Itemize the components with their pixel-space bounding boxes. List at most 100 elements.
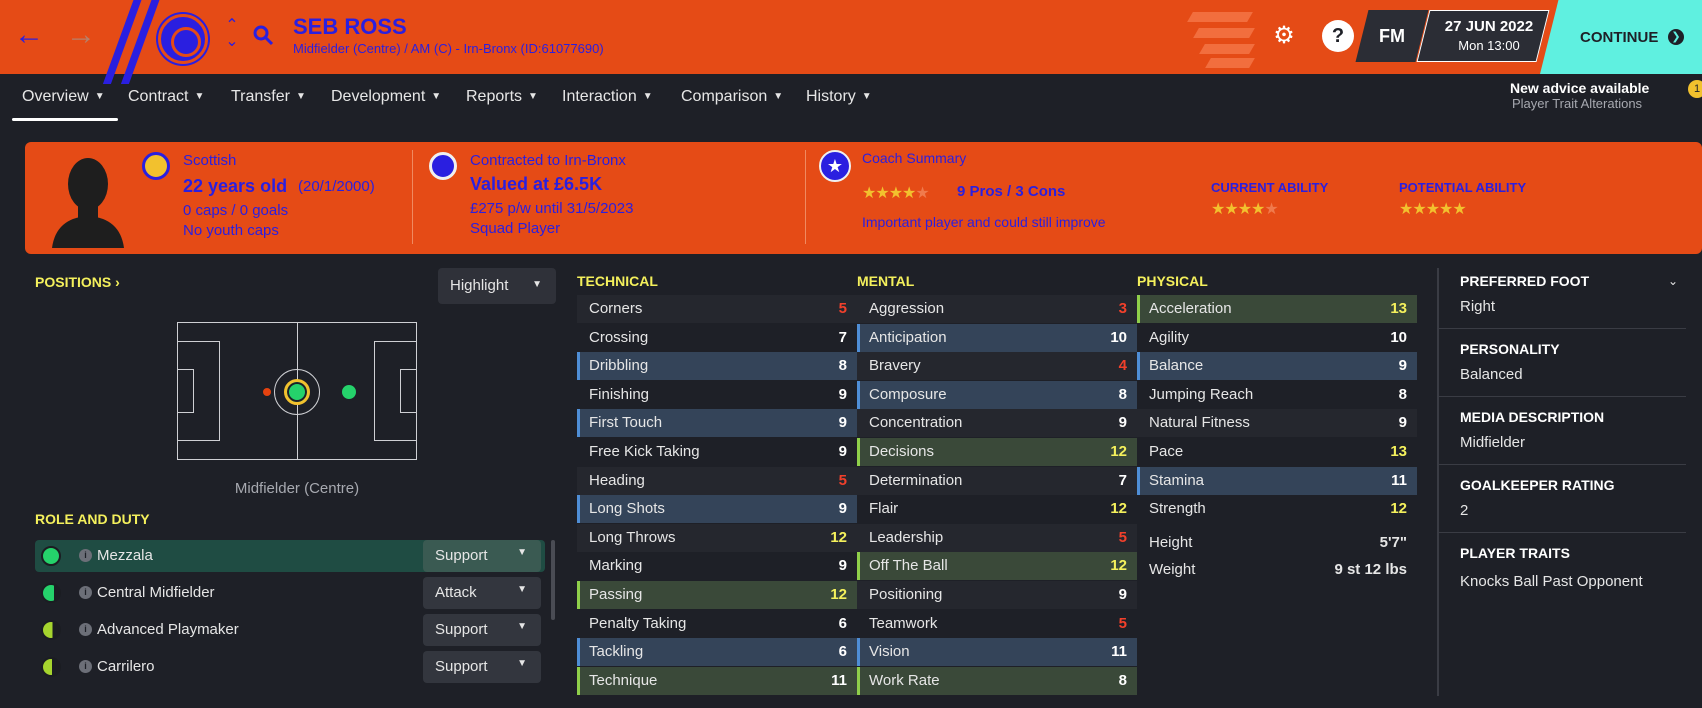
- attribute-row-decisions[interactable]: Decisions 12: [857, 438, 1137, 466]
- info-icon[interactable]: i: [79, 586, 92, 599]
- attribute-row-corners[interactable]: Corners 5: [577, 295, 857, 323]
- advice-subtitle[interactable]: Player Trait Alterations: [1512, 96, 1642, 111]
- attribute-name: Off The Ball: [869, 557, 948, 575]
- tab-overview[interactable]: Overview ▼: [22, 88, 105, 106]
- attribute-row-technique[interactable]: Technique 11: [577, 666, 857, 695]
- chevron-down-icon[interactable]: ⌄: [1668, 274, 1678, 288]
- divider: [1438, 532, 1686, 533]
- weight-row: Weight 9 st 12 lbs: [1137, 556, 1417, 584]
- attribute-row-dribbling[interactable]: Dribbling 8: [577, 352, 857, 381]
- attribute-row-balance[interactable]: Balance 9: [1137, 352, 1417, 381]
- forward-arrow-icon[interactable]: →: [66, 20, 96, 50]
- coach-summary-label[interactable]: Coach Summary: [862, 150, 966, 166]
- tab-reports[interactable]: Reports ▼: [466, 88, 538, 106]
- attribute-row-passing[interactable]: Passing 12: [577, 581, 857, 609]
- attribute-row-concentration[interactable]: Concentration 9: [857, 409, 1137, 438]
- attribute-name: Marking: [589, 557, 643, 575]
- positions-title[interactable]: POSITIONS ›: [35, 274, 120, 290]
- attribute-row-teamwork[interactable]: Teamwork 5: [857, 610, 1137, 638]
- role-row-mezzala[interactable]: i Mezzala Support ▼: [35, 540, 545, 572]
- pros-cons[interactable]: 9 Pros / 3 Cons: [957, 183, 1065, 200]
- attribute-name: Pace: [1149, 443, 1184, 460]
- continue-label[interactable]: CONTINUE: [1580, 29, 1658, 46]
- player-switch-chevrons-icon[interactable]: ⌃ ⌄: [224, 18, 240, 50]
- attribute-row-work-rate[interactable]: Work Rate 8: [857, 666, 1137, 695]
- attribute-row-crossing[interactable]: Crossing 7: [577, 324, 857, 352]
- attribute-row-acceleration[interactable]: Acceleration 13: [1137, 295, 1417, 323]
- advice-count-badge[interactable]: 1: [1688, 80, 1702, 98]
- attribute-row-tackling[interactable]: Tackling 6: [577, 638, 857, 667]
- duty-dropdown[interactable]: Attack ▼: [423, 577, 541, 609]
- position-dot-accomplished[interactable]: [340, 383, 358, 401]
- attribute-row-aggression[interactable]: Aggression 3: [857, 295, 1137, 323]
- right-goal-box: [400, 369, 416, 413]
- search-icon[interactable]: [252, 24, 274, 46]
- tab-label: Contract: [128, 88, 189, 105]
- advice-title[interactable]: New advice available: [1510, 80, 1649, 96]
- player-silhouette-icon: [52, 158, 124, 248]
- info-icon[interactable]: i: [79, 660, 92, 673]
- attribute-row-finishing[interactable]: Finishing 9: [577, 381, 857, 409]
- highlight-dropdown[interactable]: Highlight ▼: [438, 268, 556, 304]
- duty-dropdown[interactable]: Support ▼: [423, 540, 541, 572]
- tab-comparison[interactable]: Comparison ▼: [681, 88, 783, 106]
- contract-club[interactable]: Contracted to Irn-Bronx: [470, 152, 626, 169]
- player-trait-item[interactable]: Knocks Ball Past Opponent: [1460, 573, 1643, 590]
- club-badge-small-icon[interactable]: [429, 152, 457, 180]
- back-arrow-icon[interactable]: ←: [14, 20, 44, 50]
- attribute-row-off-the-ball[interactable]: Off The Ball 12: [857, 552, 1137, 581]
- coach-star-icon[interactable]: ★: [819, 150, 851, 182]
- position-dot-natural[interactable]: [284, 379, 310, 405]
- tab-label: Development: [331, 88, 426, 105]
- attribute-row-strength[interactable]: Strength 12: [1137, 495, 1417, 523]
- help-icon[interactable]: ?: [1322, 20, 1354, 52]
- role-row-advanced-playmaker[interactable]: i Advanced Playmaker Support ▼: [35, 614, 545, 646]
- tab-transfer[interactable]: Transfer ▼: [231, 88, 306, 106]
- attribute-row-flair[interactable]: Flair 12: [857, 495, 1137, 523]
- attribute-row-long-shots[interactable]: Long Shots 9: [577, 495, 857, 524]
- role-row-carrilero[interactable]: i Carrilero Support ▼: [35, 651, 545, 683]
- attribute-row-penalty-taking[interactable]: Penalty Taking 6: [577, 610, 857, 638]
- attribute-row-positioning[interactable]: Positioning 9: [857, 581, 1137, 609]
- roles-scrollbar[interactable]: [551, 540, 555, 620]
- attribute-row-vision[interactable]: Vision 11: [857, 638, 1137, 667]
- tab-contract[interactable]: Contract ▼: [128, 88, 204, 106]
- club-badge-icon[interactable]: [158, 14, 208, 64]
- attribute-row-bravery[interactable]: Bravery 4: [857, 352, 1137, 381]
- attribute-row-composure[interactable]: Composure 8: [857, 380, 1137, 409]
- player-name: SEB ROSS: [293, 14, 407, 39]
- duty-dropdown[interactable]: Support ▼: [423, 614, 541, 646]
- continue-arrow-icon[interactable]: ❯: [1668, 29, 1684, 45]
- info-icon[interactable]: i: [79, 549, 92, 562]
- attribute-row-anticipation[interactable]: Anticipation 10: [857, 323, 1137, 352]
- tab-bar: Overview ▼ Contract ▼ Transfer ▼ Developmen…: [0, 74, 1702, 128]
- mental-title: MENTAL: [857, 273, 915, 289]
- globe-icon[interactable]: ⚙: [1268, 20, 1300, 52]
- duty-dropdown[interactable]: Support ▼: [423, 651, 541, 683]
- tab-history[interactable]: History ▼: [806, 88, 872, 106]
- attribute-row-pace[interactable]: Pace 13: [1137, 438, 1417, 466]
- attribute-row-determination[interactable]: Determination 7: [857, 466, 1137, 495]
- preferred-foot-label: PREFERRED FOOT: [1460, 273, 1590, 289]
- nation-flag-icon[interactable]: [142, 152, 170, 180]
- attribute-row-long-throws[interactable]: Long Throws 12: [577, 523, 857, 552]
- nationality[interactable]: Scottish: [183, 152, 236, 169]
- attribute-value: 9: [1398, 357, 1407, 375]
- attribute-row-marking[interactable]: Marking 9: [577, 552, 857, 580]
- attribute-row-stamina[interactable]: Stamina 11: [1137, 466, 1417, 495]
- role-row-central-midfielder[interactable]: i Central Midfielder Attack ▼: [35, 577, 545, 609]
- attribute-row-leadership[interactable]: Leadership 5: [857, 523, 1137, 552]
- attribute-value: 12: [1110, 500, 1127, 518]
- info-icon[interactable]: i: [79, 623, 92, 636]
- attribute-row-jumping-reach[interactable]: Jumping Reach 8: [1137, 381, 1417, 409]
- attribute-value: 9: [1398, 414, 1407, 432]
- attribute-row-heading[interactable]: Heading 5: [577, 466, 857, 495]
- attribute-row-agility[interactable]: Agility 10: [1137, 324, 1417, 352]
- tab-development[interactable]: Development ▼: [331, 88, 441, 106]
- attribute-row-free-kick-taking[interactable]: Free Kick Taking 9: [577, 438, 857, 466]
- attribute-row-natural-fitness[interactable]: Natural Fitness 9: [1137, 409, 1417, 438]
- tab-interaction[interactable]: Interaction ▼: [562, 88, 653, 106]
- personality-label: PERSONALITY: [1460, 341, 1560, 357]
- position-dot-poor[interactable]: [262, 387, 272, 397]
- attribute-row-first-touch[interactable]: First Touch 9: [577, 409, 857, 438]
